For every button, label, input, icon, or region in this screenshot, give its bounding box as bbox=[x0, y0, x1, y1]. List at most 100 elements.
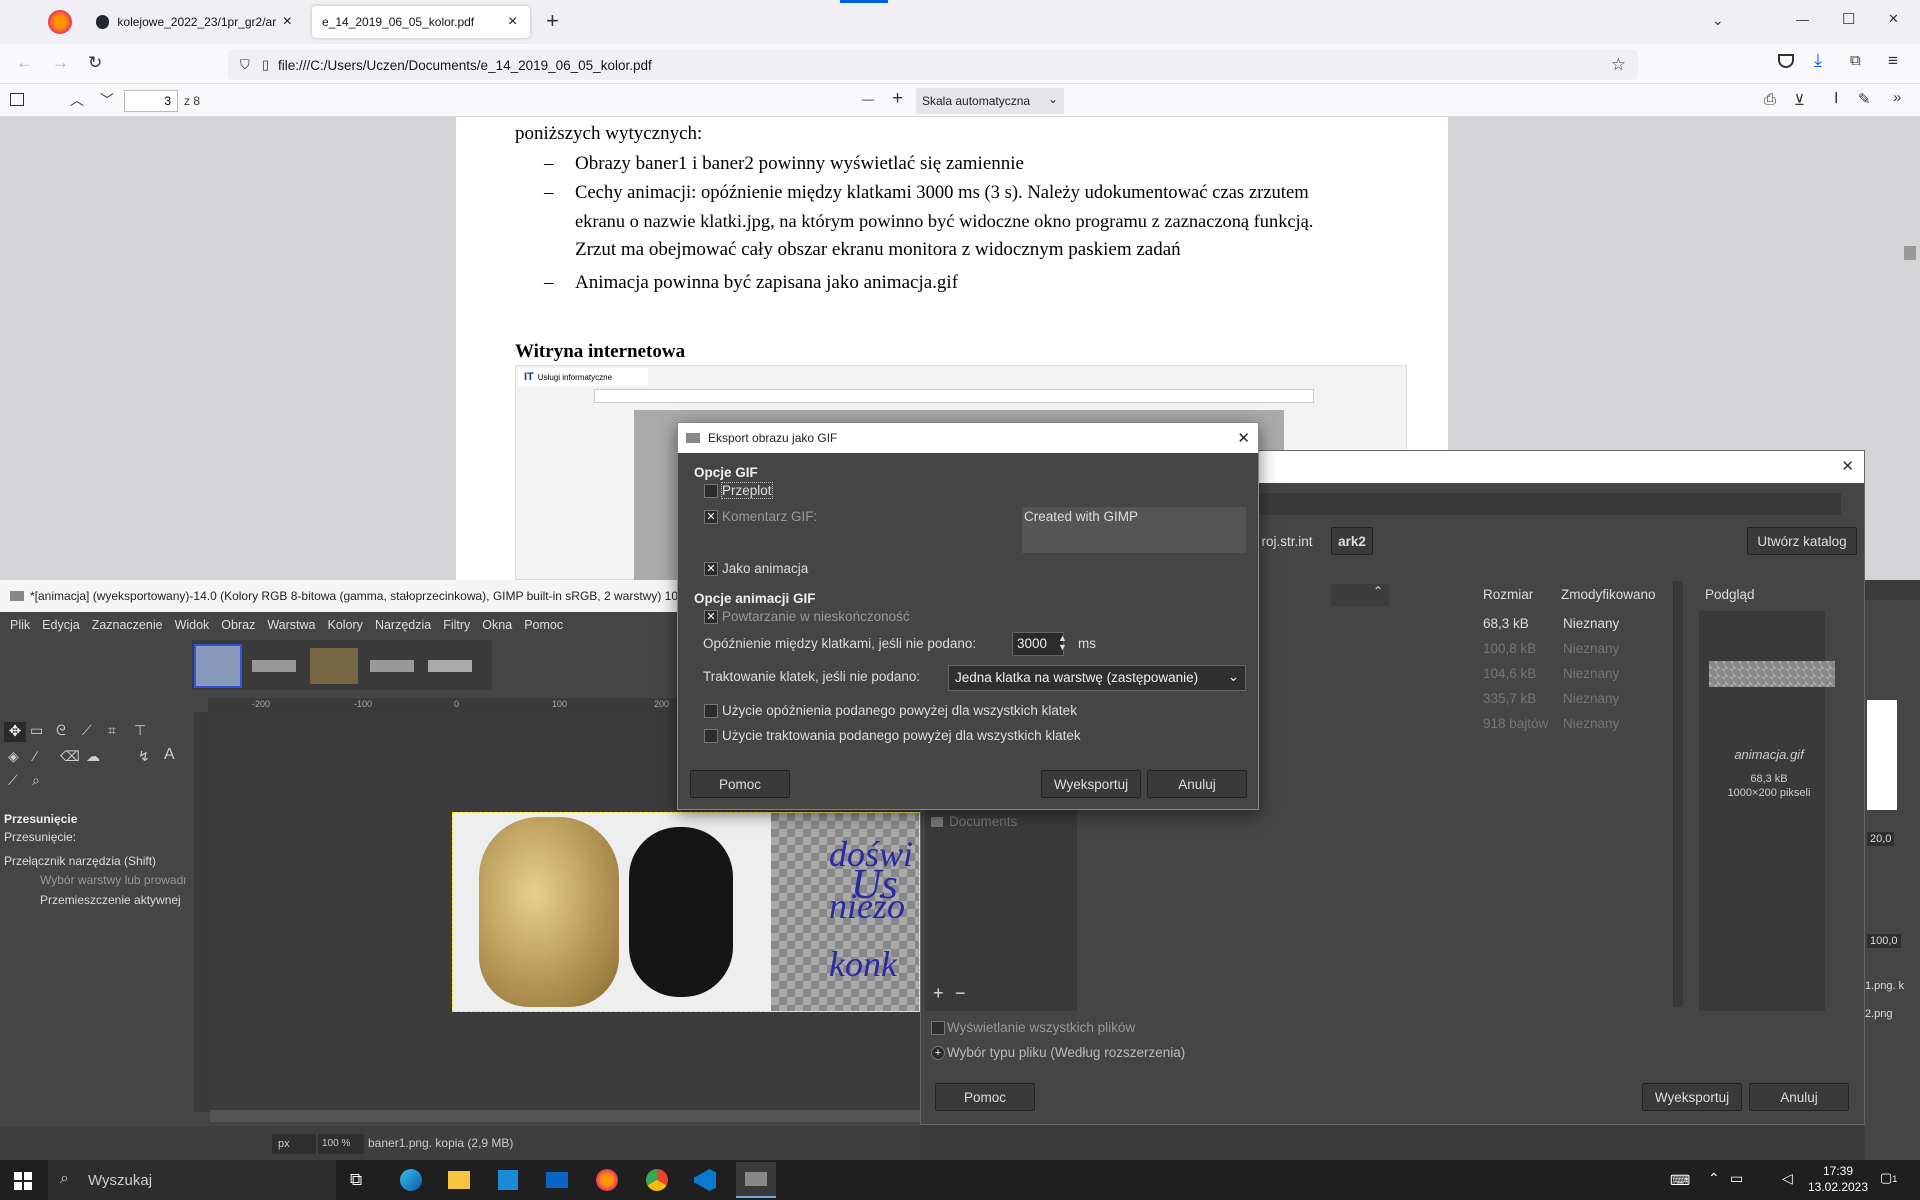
reload-icon[interactable]: ↻ bbox=[88, 53, 102, 73]
list-tabs-icon[interactable]: ⌄ bbox=[1712, 12, 1724, 29]
url-bar[interactable]: ⛉ ▯ file:///C:/Users/Uczen/Documents/e_1… bbox=[228, 50, 1638, 80]
size-column-header[interactable]: Rozmiar bbox=[1483, 587, 1533, 602]
remove-place-button[interactable]: − bbox=[955, 983, 966, 1004]
name-column-header[interactable]: ⌃ bbox=[1331, 584, 1389, 606]
gimp-taskbar-icon[interactable] bbox=[736, 1162, 776, 1198]
wand-tool-icon[interactable]: ⟋ bbox=[82, 722, 92, 739]
close-icon[interactable]: ✕ bbox=[1237, 429, 1250, 447]
firefox-menu-icon[interactable] bbox=[48, 10, 72, 34]
shield-icon[interactable]: ⛉ bbox=[240, 57, 250, 73]
firefox-icon[interactable] bbox=[596, 1169, 618, 1191]
add-place-button[interactable]: + bbox=[933, 983, 944, 1004]
save-icon[interactable]: ⊻ bbox=[1794, 91, 1805, 109]
help-button[interactable]: Pomoc bbox=[690, 770, 790, 798]
bookmark-star-icon[interactable]: ☆ bbox=[1611, 55, 1626, 75]
zoom-in-button[interactable]: + bbox=[892, 88, 903, 110]
tab-github[interactable]: kolejowe_2022_23/1pr_gr2/ark2 × bbox=[86, 6, 302, 38]
path-button[interactable]: roj.str.int bbox=[1251, 527, 1323, 555]
delay-all-label[interactable]: Użycie opóźnienia podanego powyżej dla w… bbox=[722, 703, 1077, 718]
loop-checkbox[interactable]: ✕ bbox=[704, 610, 718, 624]
new-tab-button[interactable]: + bbox=[546, 8, 559, 34]
create-folder-button[interactable]: Utwórz katalog bbox=[1747, 527, 1857, 555]
app-menu-icon[interactable]: ≡ bbox=[1888, 51, 1898, 71]
cancel-button[interactable]: Anuluj bbox=[1749, 1083, 1849, 1111]
brush-tool-icon[interactable]: ∕ bbox=[34, 748, 36, 764]
loop-label[interactable]: Powtarzanie w nieskończoność bbox=[722, 609, 910, 624]
export-button[interactable]: Wyeksportuj bbox=[1642, 1083, 1742, 1111]
more-tools-icon[interactable]: » bbox=[1893, 89, 1901, 106]
volume-icon[interactable]: ◁ bbox=[1782, 1170, 1793, 1187]
close-window-button[interactable]: ✕ bbox=[1888, 11, 1899, 27]
disposal-all-checkbox[interactable] bbox=[704, 729, 718, 743]
image-thumb[interactable] bbox=[252, 660, 296, 672]
back-icon[interactable]: ← bbox=[16, 53, 33, 73]
delay-spinner[interactable]: ▲ ▼ bbox=[1058, 634, 1067, 652]
comment-checkbox[interactable]: ✕ bbox=[704, 510, 718, 524]
tab-close-icon[interactable]: × bbox=[283, 13, 292, 31]
maximize-button[interactable]: ☐ bbox=[1842, 10, 1855, 28]
unit-select[interactable]: px bbox=[272, 1134, 316, 1154]
downloads-icon[interactable]: ⤓ bbox=[1814, 50, 1822, 71]
zoom-tool-icon[interactable]: ⌕ bbox=[32, 772, 40, 789]
path-tool-icon[interactable]: ↯ bbox=[138, 748, 150, 765]
file-type-expander[interactable]: + bbox=[931, 1046, 945, 1060]
menu-narzedzia[interactable]: Narzędzia bbox=[369, 618, 437, 632]
menu-warstwa[interactable]: Warstwa bbox=[261, 618, 321, 632]
interlace-label[interactable]: Przeplot bbox=[721, 482, 773, 499]
modified-column-header[interactable]: Zmodyfikowano bbox=[1561, 587, 1656, 602]
menu-edycja[interactable]: Edycja bbox=[36, 618, 86, 632]
store-icon[interactable] bbox=[498, 1170, 518, 1190]
text-tool-icon[interactable]: A bbox=[164, 746, 175, 764]
menu-zaznaczenie[interactable]: Zaznaczenie bbox=[86, 618, 169, 632]
comment-textarea[interactable]: Created with GIMP bbox=[1022, 507, 1246, 553]
eraser-tool-icon[interactable]: ⌫ bbox=[60, 748, 80, 765]
tab-close-icon[interactable]: × bbox=[508, 13, 517, 31]
picker-tool-icon[interactable]: ⟋ bbox=[8, 772, 18, 789]
file-type-label[interactable]: Wybór typu pliku (Według rozszerzenia) bbox=[947, 1045, 1185, 1060]
taskbar-search[interactable]: ⌕ Wyszukaj bbox=[48, 1160, 336, 1200]
clock[interactable]: 17:39 13.02.2023 bbox=[1800, 1163, 1876, 1195]
explorer-icon[interactable] bbox=[448, 1171, 470, 1189]
image-thumb[interactable] bbox=[310, 648, 358, 684]
mail-icon[interactable] bbox=[546, 1172, 568, 1188]
image-thumb[interactable] bbox=[194, 644, 242, 688]
tab-pdf[interactable]: e_14_2019_06_05_kolor.pdf × bbox=[312, 6, 530, 38]
crop-tool-icon[interactable]: ⌗ bbox=[108, 722, 116, 739]
delay-all-checkbox[interactable] bbox=[704, 704, 718, 718]
windows-start-icon[interactable] bbox=[14, 1172, 32, 1190]
show-all-files-checkbox[interactable] bbox=[931, 1021, 945, 1035]
disposal-select[interactable]: Jedna klatka na warstwę (zastępowanie) ⌄ bbox=[948, 665, 1246, 691]
notifications-icon[interactable]: ▢1 bbox=[1880, 1170, 1897, 1186]
network-icon[interactable]: ▭ bbox=[1730, 1170, 1743, 1187]
sidebar-toggle-icon[interactable] bbox=[10, 93, 24, 106]
dock-value[interactable]: 20,0 bbox=[1867, 832, 1895, 846]
file-list-scrollbar[interactable] bbox=[1673, 581, 1683, 1007]
horizontal-scrollbar[interactable] bbox=[210, 1110, 920, 1122]
menu-obraz[interactable]: Obraz bbox=[215, 618, 261, 632]
zoom-out-button[interactable]: — bbox=[862, 92, 874, 106]
path-button-active[interactable]: ark2 bbox=[1331, 527, 1373, 555]
transform-tool-icon[interactable]: ⊤ bbox=[134, 722, 146, 739]
edge-icon[interactable] bbox=[400, 1169, 422, 1191]
cancel-button[interactable]: Anuluj bbox=[1147, 770, 1247, 798]
menu-widok[interactable]: Widok bbox=[169, 618, 216, 632]
menu-pomoc[interactable]: Pomoc bbox=[518, 618, 569, 632]
radio-move-active[interactable]: Przemieszczenie aktywnej bbox=[40, 893, 186, 907]
extensions-icon[interactable]: ⧉ bbox=[1850, 52, 1861, 69]
scrollbar-thumb[interactable] bbox=[1904, 246, 1916, 260]
menu-kolory[interactable]: Kolory bbox=[322, 618, 369, 632]
print-icon[interactable]: ⎙ bbox=[1764, 91, 1776, 108]
previous-page-icon[interactable]: ︿ bbox=[70, 90, 84, 110]
minimize-button[interactable]: — bbox=[1796, 12, 1809, 27]
chevron-up-icon[interactable]: ⌃ bbox=[1708, 1170, 1720, 1187]
help-button[interactable]: Pomoc bbox=[935, 1083, 1035, 1111]
menu-filtry[interactable]: Filtry bbox=[437, 618, 476, 632]
interlace-checkbox[interactable] bbox=[704, 484, 718, 498]
task-view-icon[interactable]: ⧉ bbox=[350, 1170, 362, 1190]
move-tool-icon[interactable]: ✥ bbox=[4, 722, 26, 742]
forward-icon[interactable]: → bbox=[52, 53, 69, 73]
animation-label[interactable]: Jako animacja bbox=[722, 561, 808, 576]
chrome-icon[interactable] bbox=[646, 1169, 668, 1191]
delay-input[interactable]: 3000 bbox=[1012, 632, 1064, 656]
next-page-icon[interactable]: ﹀ bbox=[100, 90, 114, 110]
